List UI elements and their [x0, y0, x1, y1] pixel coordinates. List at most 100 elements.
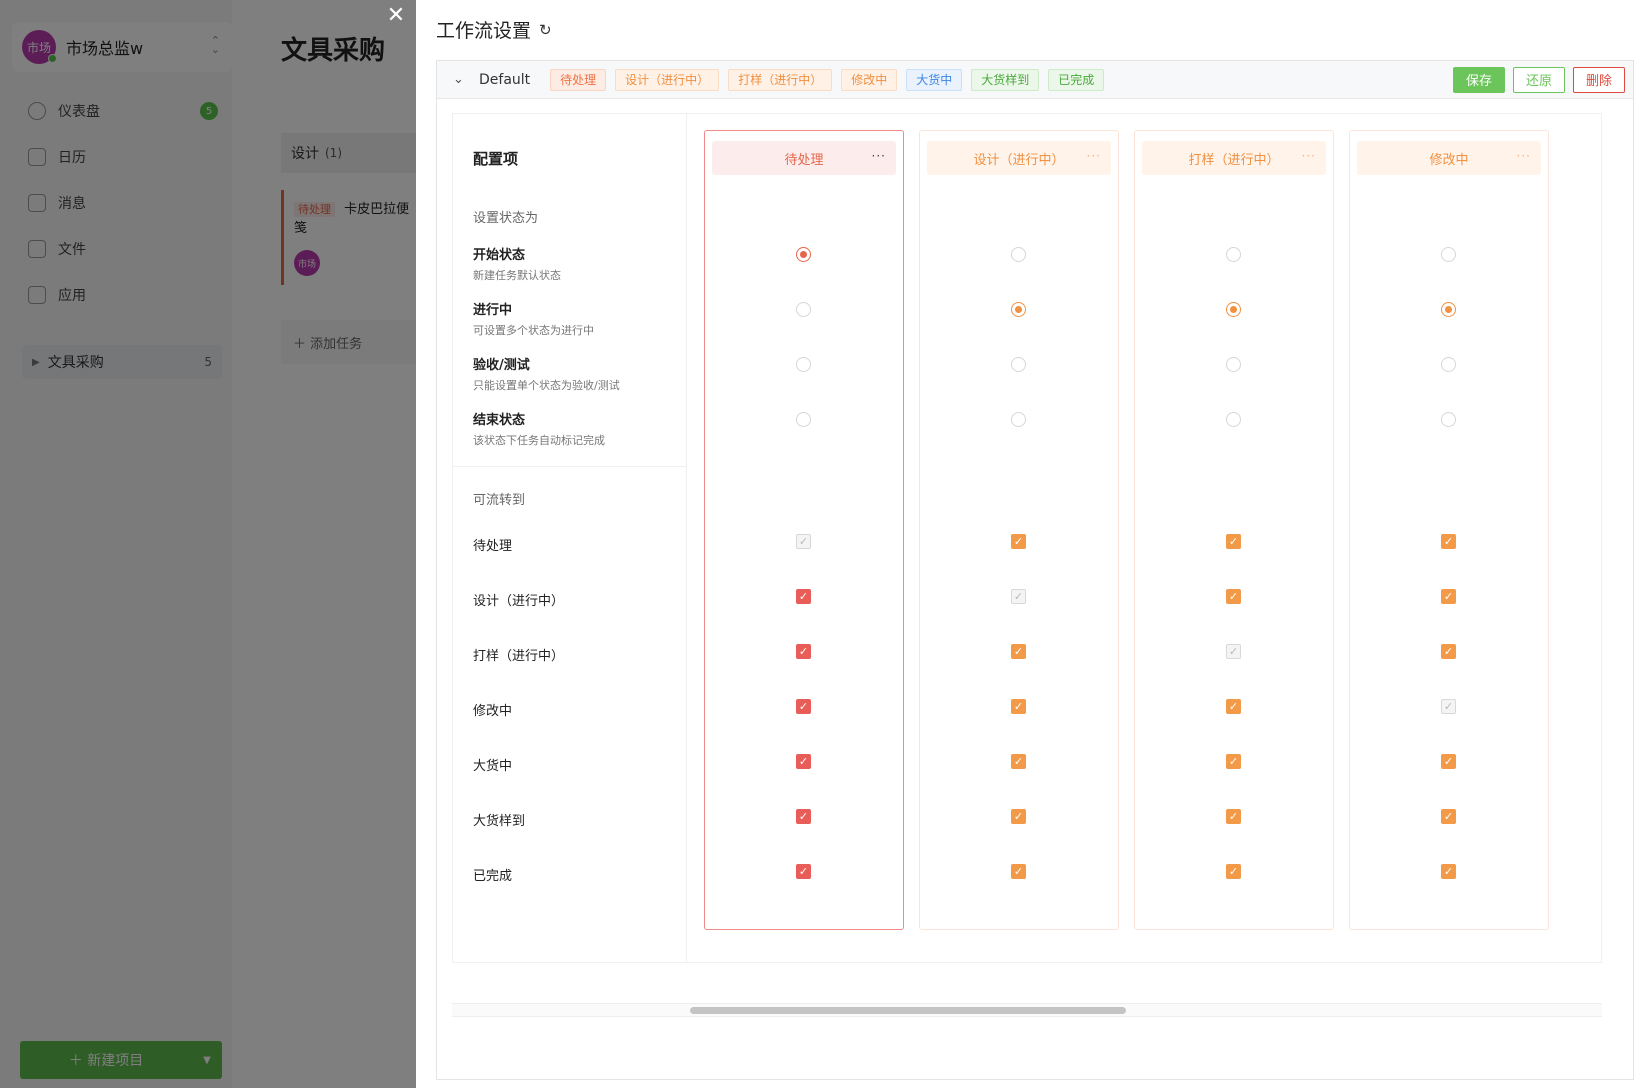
- state-type-label: 验收/测试: [473, 358, 530, 373]
- refresh-icon[interactable]: ↻: [539, 21, 552, 39]
- horizontal-scrollbar[interactable]: [452, 1003, 1602, 1017]
- transition-checkbox: ✓: [796, 534, 811, 549]
- workflow-name: Default: [479, 71, 531, 88]
- state-type-row: 开始状态新建任务默认状态: [473, 244, 561, 283]
- transition-section-label: 可流转到: [473, 493, 526, 508]
- state-config-matrix: 配置项 设置状态为 开始状态新建任务默认状态 进行中可设置多个状态为进行中 验收/测…: [452, 113, 1602, 963]
- state-type-radio[interactable]: [1011, 247, 1026, 262]
- transition-checkbox[interactable]: ✓: [1011, 699, 1026, 714]
- state-type-radio[interactable]: [1441, 247, 1456, 262]
- transition-target-label: 待处理: [473, 539, 513, 554]
- transition-checkbox[interactable]: ✓: [1226, 809, 1241, 824]
- set-state-section-label: 设置状态为: [473, 211, 539, 226]
- transition-checkbox[interactable]: ✓: [1441, 809, 1456, 824]
- more-icon[interactable]: ···: [872, 149, 886, 163]
- close-icon[interactable]: ✕: [384, 4, 408, 28]
- state-type-radio[interactable]: [1226, 247, 1241, 262]
- transition-checkbox[interactable]: ✓: [1441, 644, 1456, 659]
- state-chip[interactable]: 打样（进行中）: [728, 68, 833, 91]
- transition-checkbox[interactable]: ✓: [796, 644, 811, 659]
- state-column: 修改中 ··· ✓ ✓ ✓ ✓ ✓ ✓ ✓: [1349, 130, 1549, 930]
- transition-checkbox[interactable]: ✓: [1226, 754, 1241, 769]
- scrollbar-thumb[interactable]: [690, 1007, 1126, 1014]
- workflow-actions: 保存 还原 删除: [1445, 66, 1625, 93]
- delete-button[interactable]: 删除: [1572, 66, 1625, 93]
- state-type-radio[interactable]: [796, 357, 811, 372]
- more-icon[interactable]: ···: [1517, 149, 1531, 163]
- config-title: 配置项: [473, 150, 519, 168]
- transition-checkbox[interactable]: ✓: [1011, 534, 1026, 549]
- transition-target-label: 打样（进行中）: [473, 649, 565, 664]
- transition-checkbox[interactable]: ✓: [796, 754, 811, 769]
- transition-checkbox[interactable]: ✓: [796, 699, 811, 714]
- transition-checkbox[interactable]: ✓: [796, 864, 811, 879]
- state-type-radio[interactable]: [1441, 302, 1456, 317]
- state-chip[interactable]: 大货样到: [971, 68, 1040, 91]
- transition-target-label: 大货样到: [473, 814, 526, 829]
- state-type-desc: 只能设置单个状态为验收/测试: [473, 379, 620, 392]
- drawer-title: 工作流设置 ↻: [436, 20, 552, 42]
- state-column: 待处理 ··· ✓ ✓ ✓ ✓ ✓ ✓ ✓: [704, 130, 904, 930]
- transition-target-label: 设计（进行中）: [473, 594, 565, 609]
- transition-checkbox[interactable]: ✓: [1441, 754, 1456, 769]
- state-type-radio[interactable]: [796, 302, 811, 317]
- workflow-panel: ⌄ Default 待处理 设计（进行中） 打样（进行中） 修改中 大货中 大货样到 已完成…: [436, 60, 1634, 1080]
- transition-checkbox: ✓: [1011, 589, 1026, 604]
- restore-button[interactable]: 还原: [1512, 66, 1565, 93]
- state-column-header: 待处理 ···: [712, 141, 896, 175]
- state-type-desc: 该状态下任务自动标记完成: [473, 434, 605, 447]
- state-column-header: 修改中 ···: [1357, 141, 1541, 175]
- transition-target-label: 修改中: [473, 704, 513, 719]
- state-chip[interactable]: 已完成: [1048, 68, 1105, 91]
- state-type-radio[interactable]: [1226, 357, 1241, 372]
- state-type-radio[interactable]: [1011, 357, 1026, 372]
- transition-checkbox[interactable]: ✓: [1011, 644, 1026, 659]
- state-chip[interactable]: 设计（进行中）: [615, 68, 720, 91]
- state-type-radio[interactable]: [1226, 412, 1241, 427]
- state-column-header: 设计（进行中） ···: [927, 141, 1111, 175]
- transition-checkbox[interactable]: ✓: [1226, 699, 1241, 714]
- chevron-down-icon[interactable]: ⌄: [453, 72, 467, 87]
- transition-checkbox[interactable]: ✓: [1226, 534, 1241, 549]
- state-type-radio[interactable]: [1011, 412, 1026, 427]
- state-chip[interactable]: 待处理: [550, 68, 607, 91]
- state-type-label: 结束状态: [473, 413, 526, 428]
- workflow-settings-drawer: 工作流设置 ↻ ⌄ Default 待处理 设计（进行中） 打样（进行中） 修改中 大货…: [416, 0, 1649, 1088]
- state-chip[interactable]: 修改中: [841, 68, 898, 91]
- transition-checkbox: ✓: [1441, 699, 1456, 714]
- transition-checkbox[interactable]: ✓: [1226, 589, 1241, 604]
- transition-checkbox[interactable]: ✓: [1441, 534, 1456, 549]
- state-type-row: 结束状态该状态下任务自动标记完成: [473, 409, 605, 448]
- state-type-desc: 可设置多个状态为进行中: [473, 324, 594, 337]
- state-chip-list: 待处理 设计（进行中） 打样（进行中） 修改中 大货中 大货样到 已完成: [550, 68, 1113, 91]
- config-labels-column: 配置项 设置状态为 开始状态新建任务默认状态 进行中可设置多个状态为进行中 验收/测…: [453, 114, 687, 962]
- state-type-radio[interactable]: [796, 247, 811, 262]
- state-type-label: 开始状态: [473, 248, 526, 263]
- transition-checkbox: ✓: [1226, 644, 1241, 659]
- transition-checkbox[interactable]: ✓: [1441, 589, 1456, 604]
- state-column-header: 打样（进行中） ···: [1142, 141, 1326, 175]
- more-icon[interactable]: ···: [1302, 149, 1316, 163]
- transition-checkbox[interactable]: ✓: [1226, 864, 1241, 879]
- state-type-radio[interactable]: [796, 412, 811, 427]
- state-type-row: 进行中可设置多个状态为进行中: [473, 299, 594, 338]
- transition-checkbox[interactable]: ✓: [1441, 864, 1456, 879]
- state-type-radio[interactable]: [1441, 412, 1456, 427]
- state-chip[interactable]: 大货中: [906, 68, 963, 91]
- transition-checkbox[interactable]: ✓: [1011, 809, 1026, 824]
- workflow-header: ⌄ Default 待处理 设计（进行中） 打样（进行中） 修改中 大货中 大货样到 已完成…: [437, 61, 1633, 99]
- transition-checkbox[interactable]: ✓: [796, 589, 811, 604]
- more-icon[interactable]: ···: [1087, 149, 1101, 163]
- save-button[interactable]: 保存: [1452, 66, 1505, 93]
- state-column: 打样（进行中） ··· ✓ ✓ ✓ ✓ ✓ ✓ ✓: [1134, 130, 1334, 930]
- state-type-radio[interactable]: [1441, 357, 1456, 372]
- transition-checkbox[interactable]: ✓: [796, 809, 811, 824]
- transition-target-label: 已完成: [473, 869, 513, 884]
- transition-checkbox[interactable]: ✓: [1011, 864, 1026, 879]
- state-type-radio[interactable]: [1226, 302, 1241, 317]
- state-column: 设计（进行中） ··· ✓ ✓ ✓ ✓ ✓ ✓ ✓: [919, 130, 1119, 930]
- state-type-label: 进行中: [473, 303, 513, 318]
- state-type-radio[interactable]: [1011, 302, 1026, 317]
- state-type-desc: 新建任务默认状态: [473, 269, 561, 282]
- transition-checkbox[interactable]: ✓: [1011, 754, 1026, 769]
